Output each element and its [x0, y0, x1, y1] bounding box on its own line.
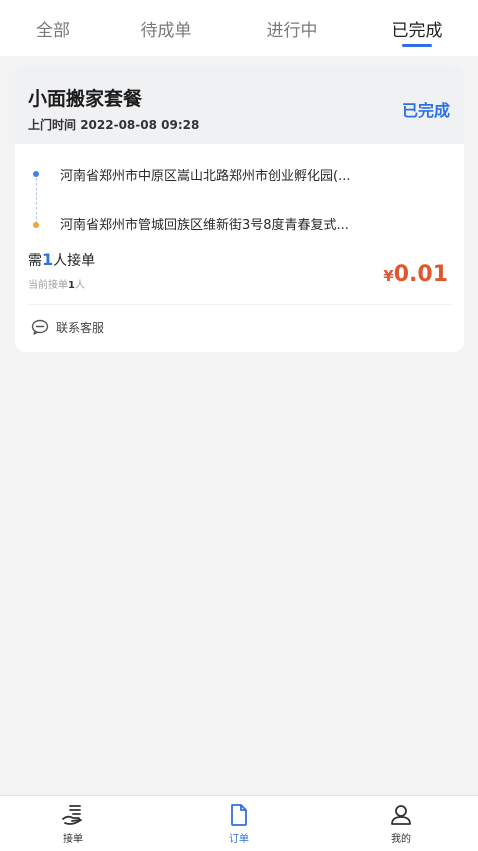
- tab-all[interactable]: 全部: [36, 16, 70, 41]
- order-price: ¥0.01: [383, 262, 448, 287]
- nav-accept-orders[interactable]: 接单: [43, 802, 103, 848]
- nav-orders[interactable]: 订单: [209, 802, 269, 848]
- current-prefix: 当前接单: [28, 280, 68, 291]
- status-badge: 已完成: [401, 101, 450, 120]
- from-address: 河南省郑州市中原区嵩山北路郑州市创业孵化园(...: [60, 169, 351, 184]
- tab-completed[interactable]: 已完成: [392, 16, 443, 41]
- current-count: 1: [68, 280, 75, 291]
- required-workers: 需1人接单: [28, 250, 95, 270]
- visit-time-label: 上门时间: [28, 118, 77, 132]
- need-count: 1: [42, 250, 54, 269]
- price-value: 0.01: [393, 262, 448, 287]
- order-card-header: 小面搬家套餐 上门时间 2022-08-08 09:28 已完成: [15, 66, 464, 144]
- current-suffix: 人: [74, 280, 85, 291]
- contact-service-label: 联系客服: [56, 320, 105, 335]
- chat-bubble-icon: [31, 319, 49, 335]
- route-start-dot-icon: [33, 171, 39, 177]
- current-accepted: 当前接单1人: [28, 276, 85, 291]
- contact-service-button[interactable]: 联系客服: [31, 317, 104, 337]
- route-connector: [36, 178, 37, 224]
- bottom-navigation: 接单 订单 我的: [0, 795, 478, 851]
- order-status-tabs: 全部 待成单 进行中 已完成: [0, 0, 478, 56]
- price-symbol: ¥: [383, 267, 394, 285]
- card-divider: [28, 304, 451, 305]
- nav-orders-label: 订单: [229, 834, 249, 845]
- nav-profile-label: 我的: [391, 834, 411, 845]
- package-title: 小面搬家套餐: [28, 88, 143, 110]
- document-icon: [231, 804, 247, 826]
- tab-in-progress[interactable]: 进行中: [267, 16, 318, 41]
- need-prefix: 需: [28, 253, 42, 269]
- visit-time-value: 2022-08-08 09:28: [80, 118, 200, 132]
- tab-pending[interactable]: 待成单: [141, 16, 192, 41]
- order-card[interactable]: 小面搬家套餐 上门时间 2022-08-08 09:28 已完成 河南省郑州市中…: [15, 66, 464, 352]
- user-icon: [391, 805, 411, 825]
- need-suffix: 人接单: [53, 253, 96, 269]
- to-address: 河南省郑州市管城回族区维新街3号8度青春复式...: [60, 218, 349, 233]
- route-end-dot-icon: [33, 222, 39, 228]
- active-tab-indicator: [402, 44, 432, 47]
- visit-time: 上门时间 2022-08-08 09:28: [28, 116, 199, 133]
- nav-accept-orders-label: 接单: [63, 834, 83, 845]
- nav-profile[interactable]: 我的: [371, 802, 431, 848]
- hand-list-icon: [62, 805, 82, 825]
